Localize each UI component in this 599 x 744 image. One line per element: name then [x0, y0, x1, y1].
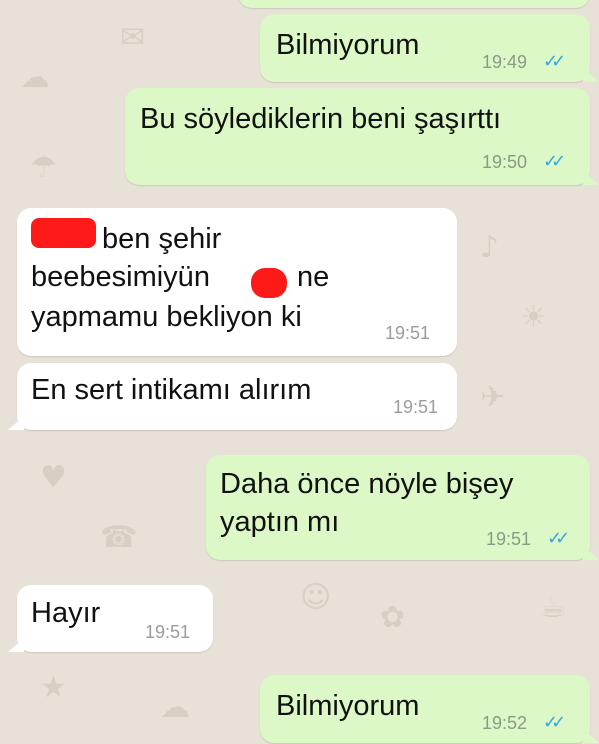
bubble-tail: [583, 171, 599, 185]
read-receipt-icon: ✓✓: [543, 51, 566, 72]
message-time: 19:51: [393, 397, 439, 417]
message-bubble-outgoing[interactable]: Daha önce nöyle bişey yaptın mı 19:51 ✓✓: [206, 455, 599, 560]
message-time: 19:51: [385, 323, 431, 343]
doodle-icon: ☀: [520, 300, 547, 335]
bubble-tail: [8, 416, 24, 430]
message-text: En sert intikamı alırım: [31, 374, 312, 406]
message-text-line: yapmamu bekliyon ki: [31, 301, 302, 333]
bubble-tail: [583, 546, 599, 560]
doodle-icon: ☺: [300, 580, 332, 615]
message-bubble-outgoing[interactable]: Bilmiyorum 19:52 ✓✓: [260, 675, 599, 743]
message-text-line: ne: [297, 261, 330, 293]
message-bubble-outgoing[interactable]: Bu söylediklerin beni şaşırttı 19:50 ✓✓: [125, 88, 599, 185]
message-time: 19:49: [482, 52, 528, 72]
doodle-icon: ✉: [120, 20, 146, 55]
doodle-icon: ★: [40, 670, 67, 705]
doodle-icon: ☁: [160, 690, 190, 725]
doodle-icon: ♪: [480, 230, 500, 265]
message-text: Bilmiyorum: [276, 29, 420, 61]
message-text: Bu söylediklerin beni şaşırttı: [140, 103, 502, 135]
doodle-icon: ☂: [30, 150, 57, 185]
message-time: 19:51: [486, 529, 532, 549]
read-receipt-icon: ✓✓: [547, 528, 570, 549]
read-receipt-icon: ✓✓: [543, 712, 566, 733]
doodle-icon: ✿: [380, 600, 406, 635]
message-bubble-cropped: [238, 0, 590, 8]
doodle-icon: ☁: [20, 60, 50, 95]
message-time: 19:52: [482, 713, 528, 733]
message-bubble-outgoing[interactable]: Bilmiyorum 19:49 ✓✓: [260, 14, 599, 82]
message-time: 19:51: [145, 622, 191, 642]
message-bubble-incoming[interactable]: En sert intikamı alırım 19:51: [8, 363, 457, 430]
message-bubble-incoming[interactable]: Hayır 19:51: [8, 585, 213, 652]
doodle-icon: ♥: [40, 460, 67, 495]
doodle-icon: ☕: [540, 590, 567, 625]
message-text: Hayır: [31, 597, 101, 629]
bubble-tail: [583, 68, 599, 82]
message-text: Daha önce nöyle bişey yaptın mı: [220, 468, 514, 538]
message-text-line: beebesimiyün: [31, 261, 210, 293]
message-time: 19:50: [482, 152, 528, 172]
redaction-mark: [251, 268, 287, 298]
message-text-line: ben şehir: [102, 223, 222, 255]
redaction-mark: [31, 218, 96, 248]
doodle-icon: ☎: [100, 520, 138, 555]
read-receipt-icon: ✓✓: [543, 151, 566, 172]
bubble-tail: [583, 729, 599, 743]
doodle-icon: ✈: [480, 380, 506, 415]
message-text: Bilmiyorum: [276, 690, 420, 722]
message-bubble-incoming[interactable]: ben şehir beebesimiyün ne yapmamu bekliy…: [17, 208, 457, 356]
bubble-tail: [8, 638, 24, 652]
